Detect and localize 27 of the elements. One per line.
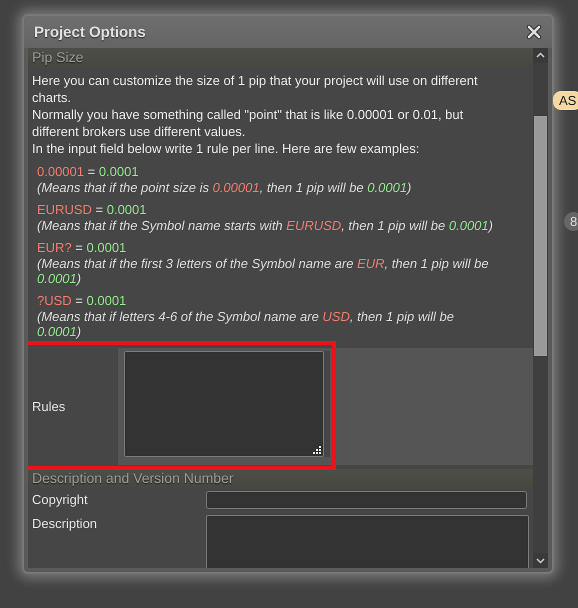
description-text-area[interactable] (206, 515, 529, 568)
resize-grip-icon[interactable] (313, 446, 321, 454)
example-note: (Means that if the point size is 0.00001, then 1 pip will be 0.0001) (37, 180, 412, 195)
example-rule: EURUSD = 0.0001 (37, 201, 148, 218)
section-header: Description and Version Number (28, 469, 533, 488)
info-paragraph: Normally you have something called "point" that is like 0.00001 or 0.01, but different brokers use different values. (32, 106, 464, 140)
field-label: Rules (28, 348, 118, 465)
field-label: Description (28, 512, 200, 568)
scroll-down-icon[interactable] (533, 553, 548, 568)
example-rule: EUR? = 0.0001 (37, 239, 128, 256)
example-note: (Means that if the Symbol name starts with EURUSD, then 1 pip will be 0.0001) (37, 218, 494, 233)
section-header: Pip Size (28, 48, 533, 67)
background-badge: AS (553, 91, 578, 110)
example-note: (Means that if the first 3 letters of the Symbol name are EUR, then 1 pip will be 0.0001) (37, 256, 490, 286)
close-icon[interactable] (526, 24, 542, 40)
scroll-thumb[interactable] (534, 116, 547, 356)
copyright-input-field[interactable] (206, 491, 527, 509)
field-label: Copyright (28, 488, 200, 512)
info-paragraph: In the input field below write 1 rule per line. Here are few examples: (32, 140, 420, 157)
window-title: Project Options (34, 24, 146, 40)
scroll-up-icon[interactable] (533, 48, 548, 63)
example-rule: ?USD = 0.0001 (37, 292, 128, 309)
example-note: (Means that if letters 4-6 of the Symbol name are USD, then 1 pip will be 0.0001) (37, 309, 455, 339)
scroll-bar[interactable] (533, 48, 548, 568)
background-badge: 8 (564, 212, 578, 231)
info-paragraph: Here you can customize the size of 1 pip that your project will use on different charts. (32, 72, 479, 106)
example-rule: 0.00001 = 0.0001 (37, 163, 140, 180)
